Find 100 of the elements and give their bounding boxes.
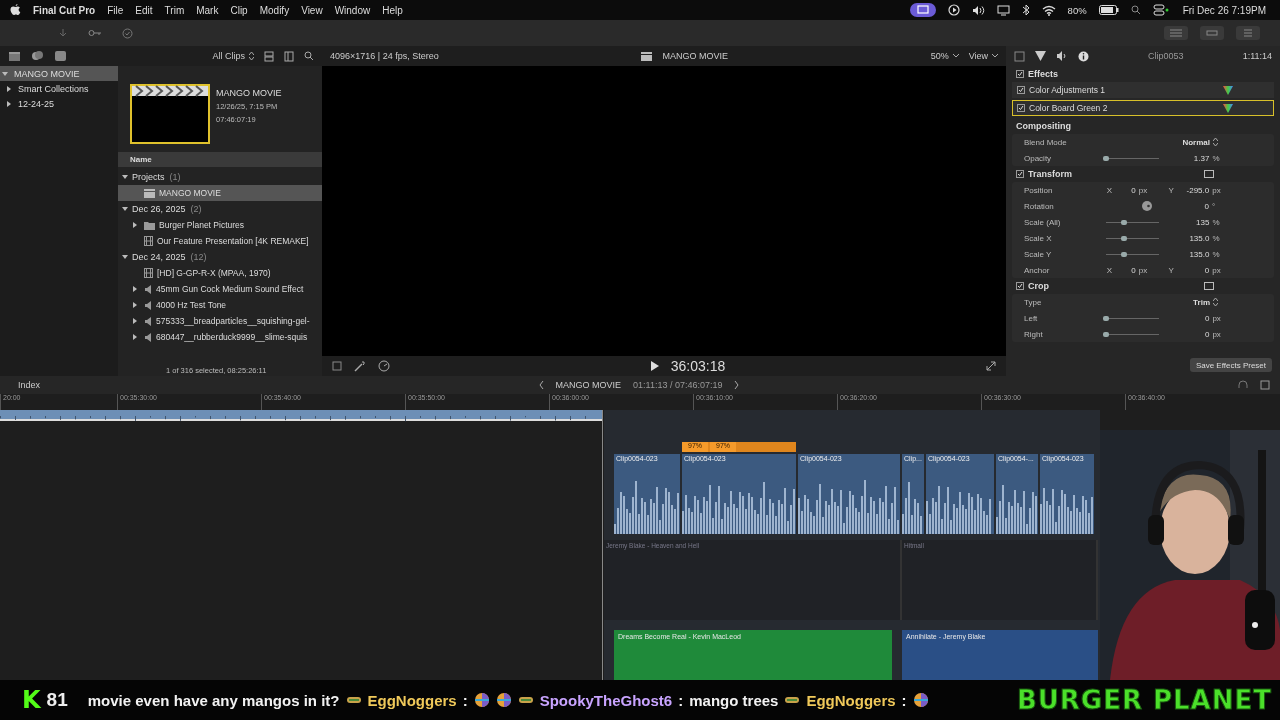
wand-icon[interactable] <box>354 360 366 372</box>
clip-appearance-icon[interactable] <box>1260 380 1270 390</box>
property-value[interactable]: 0 <box>1159 313 1210 323</box>
property-value[interactable]: 135.0 <box>1159 233 1210 243</box>
view-dropdown[interactable]: View <box>968 51 988 61</box>
library-item[interactable]: 12-24-25 <box>0 96 118 111</box>
project-thumbnail[interactable] <box>130 84 210 144</box>
library-icon[interactable] <box>8 50 21 62</box>
filmstrip-view-icon[interactable] <box>264 50 274 62</box>
property-value[interactable]: 135.0 <box>1159 249 1210 259</box>
browser-item[interactable]: [HD] G-GP-R-X (MPAA, 1970) <box>118 265 322 281</box>
menu-item[interactable]: Mark <box>196 4 219 16</box>
menu-item[interactable]: File <box>107 4 124 16</box>
browser-item[interactable]: 45mm Gun Cock Medium Sound Effect <box>118 281 322 297</box>
effect-item[interactable]: Color Board Green 2 <box>1012 100 1274 116</box>
headphones-icon[interactable] <box>1238 380 1248 390</box>
menu-item[interactable]: Modify <box>259 4 290 16</box>
play-icon[interactable] <box>650 361 659 371</box>
menu-item[interactable]: Window <box>334 4 371 16</box>
library-item[interactable]: MANGO MOVIE <box>0 66 118 81</box>
slider-thumb[interactable] <box>1103 155 1110 161</box>
disclosure-triangle-icon[interactable] <box>132 334 138 340</box>
disclosure-triangle-icon[interactable] <box>2 70 8 77</box>
group-header[interactable]: Projects <box>132 172 165 182</box>
save-effects-preset-button[interactable]: Save Effects Preset <box>1189 358 1272 372</box>
rotation-dial[interactable] <box>1142 201 1152 211</box>
info-icon[interactable] <box>1078 50 1089 62</box>
slider-thumb[interactable] <box>1121 251 1128 257</box>
browser-item[interactable]: Our Feature Presentation [4K REMAKE] <box>118 233 322 249</box>
stepper-icon[interactable] <box>1213 138 1218 146</box>
zoom-dropdown[interactable]: 50% <box>930 51 949 61</box>
search-icon[interactable] <box>1130 5 1141 15</box>
property-value[interactable]: 0 <box>1173 265 1210 275</box>
slider-thumb[interactable] <box>1121 235 1128 241</box>
menu-item[interactable]: View <box>301 4 323 16</box>
stepper-icon[interactable] <box>1213 298 1218 306</box>
screen-share-icon[interactable] <box>909 3 936 17</box>
effect-item[interactable]: Color Adjustments 1 <box>1012 82 1274 98</box>
library-item[interactable]: Smart Collections <box>0 81 118 96</box>
disclosure-triangle-icon[interactable] <box>132 286 138 292</box>
chevron-down-icon[interactable] <box>952 54 959 58</box>
menu-item[interactable]: Help <box>382 4 403 16</box>
search-icon[interactable] <box>304 51 314 61</box>
onscreen-control-icon[interactable] <box>1204 169 1214 179</box>
menu-item[interactable]: Trim <box>164 4 185 16</box>
stepper-icon[interactable] <box>249 52 254 60</box>
checkbox[interactable] <box>1017 86 1025 94</box>
disclosure-triangle-icon[interactable] <box>132 318 138 324</box>
onscreen-control-icon[interactable] <box>1204 281 1214 291</box>
menu-item[interactable]: Clip <box>230 4 248 16</box>
chevron-down-icon[interactable] <box>992 54 998 58</box>
titles-icon[interactable] <box>54 50 67 62</box>
apple-icon[interactable] <box>10 4 21 16</box>
disclosure-triangle-icon[interactable] <box>132 302 138 308</box>
checkbox[interactable] <box>1017 104 1025 112</box>
property-value[interactable]: -295.0 <box>1173 185 1210 195</box>
crop-icon[interactable] <box>332 361 342 371</box>
fullscreen-icon[interactable] <box>986 361 996 371</box>
list-view-icon[interactable] <box>284 50 294 62</box>
index-button[interactable]: Index <box>18 380 41 390</box>
slider-thumb[interactable] <box>1121 219 1128 225</box>
group-header[interactable]: Dec 26, 2025 <box>132 204 186 214</box>
property-value[interactable]: 0 <box>1157 201 1209 211</box>
disclosure-triangle-icon[interactable] <box>122 174 128 180</box>
name-column-header[interactable]: Name <box>118 152 322 167</box>
checkmark-circle-icon[interactable] <box>122 27 133 39</box>
browser-item[interactable]: 4000 Hz Test Tone <box>118 297 322 313</box>
browser-item[interactable]: 680447__rubberduck9999__slime-squis <box>118 329 322 345</box>
disclosure-triangle-icon[interactable] <box>132 222 138 228</box>
color-inspector-icon[interactable] <box>1035 51 1046 61</box>
browser-item[interactable]: 575333__breadparticles__squishing-gel- <box>118 313 322 329</box>
browser-item[interactable]: Burger Planet Pictures <box>118 217 322 233</box>
property-dropdown[interactable]: Normal <box>1182 137 1210 147</box>
disclosure-triangle-icon[interactable] <box>122 206 128 212</box>
property-dropdown[interactable]: Trim <box>1193 297 1210 307</box>
battery-icon[interactable] <box>1098 5 1119 15</box>
app-menu[interactable]: Final Cut Pro <box>33 4 96 16</box>
property-value[interactable]: 1.37 <box>1159 153 1210 163</box>
property-value[interactable]: 135 <box>1159 217 1210 227</box>
checkbox[interactable] <box>1016 70 1024 78</box>
slider-thumb[interactable] <box>1102 315 1109 321</box>
display-icon[interactable] <box>996 4 1010 16</box>
speed-icon[interactable] <box>378 360 390 372</box>
import-icon[interactable] <box>58 28 68 38</box>
property-value[interactable]: 0 <box>1112 265 1136 275</box>
slider-thumb[interactable] <box>1102 331 1109 337</box>
audio-inspector-icon[interactable] <box>1056 51 1068 61</box>
volume-icon[interactable] <box>971 4 985 16</box>
sliders-icon[interactable] <box>1236 26 1260 40</box>
clip-filter-dropdown[interactable]: All Clips <box>212 51 245 61</box>
group-header[interactable]: Dec 24, 2025 <box>132 252 186 262</box>
wifi-icon[interactable] <box>1041 4 1056 16</box>
disclosure-triangle-icon[interactable] <box>6 100 12 107</box>
browser-item[interactable]: MANGO MOVIE <box>118 185 322 201</box>
key-icon[interactable] <box>88 29 102 37</box>
disclosure-triangle-icon[interactable] <box>6 85 12 92</box>
video-inspector-icon[interactable] <box>1014 50 1025 62</box>
play-circle-icon[interactable] <box>947 4 960 16</box>
property-value[interactable]: 0 <box>1112 185 1136 195</box>
menu-item[interactable]: Edit <box>135 4 153 16</box>
